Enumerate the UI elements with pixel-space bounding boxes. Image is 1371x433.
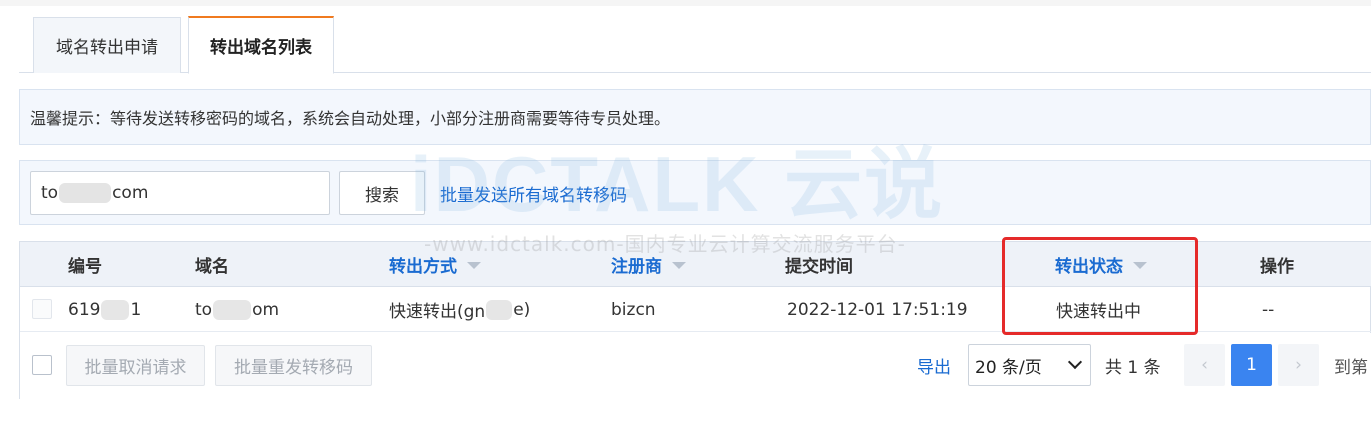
redacted-mask: [486, 299, 513, 320]
cell-id: 619 1: [68, 299, 142, 320]
sort-caret-icon: [467, 262, 481, 269]
search-input[interactable]: to com: [30, 171, 330, 215]
page-size-value: 20 条/页: [975, 357, 1042, 378]
column-header-submitted: 提交时间: [785, 257, 853, 277]
table-footer: 批量取消请求 批量重发转移码 导出 20 条/页 共 1 条 ‹ 1 › 到第: [20, 333, 1371, 399]
table-row: 619 1 to om 快速转出(gn e) bizcn 2022-12-01 17:…: [20, 287, 1371, 332]
search-value-prefix: to: [41, 183, 59, 203]
column-header-domain: 域名: [195, 257, 229, 277]
column-header-method[interactable]: 转出方式: [389, 242, 481, 287]
cell-submitted: 2022-12-01 17:51:19: [787, 299, 968, 320]
tab-transfer-request[interactable]: 域名转出申请: [33, 17, 181, 73]
row-checkbox[interactable]: [32, 299, 52, 319]
page-1-button[interactable]: 1: [1231, 344, 1272, 386]
search-panel: to com 搜索 批量发送所有域名转移码: [19, 160, 1371, 225]
cell-actions: --: [1262, 299, 1275, 320]
total-count: 共 1 条: [1105, 358, 1161, 378]
goto-page-label: 到第: [1334, 358, 1368, 378]
redacted-mask: [213, 299, 252, 320]
search-value-suffix: com: [112, 183, 149, 203]
prev-page-button[interactable]: ‹: [1184, 344, 1225, 386]
column-header-registrar[interactable]: 注册商: [611, 242, 686, 287]
notice-banner: 温馨提示：等待发送转移密码的域名，系统会自动处理，小部分注册商需要等待专员处理。: [19, 89, 1371, 145]
batch-resend-button[interactable]: 批量重发转移码: [215, 345, 372, 386]
redacted-mask: [59, 183, 112, 203]
select-all-checkbox[interactable]: [32, 355, 52, 375]
sort-caret-icon: [1133, 262, 1147, 269]
table-header: 编号 域名 转出方式 注册商 提交时间 转出状态 操作: [20, 242, 1371, 287]
next-page-button[interactable]: ›: [1278, 344, 1319, 386]
batch-cancel-button[interactable]: 批量取消请求: [66, 345, 205, 386]
tab-bar: 域名转出申请 转出域名列表: [19, 16, 1371, 74]
tab-transfer-list[interactable]: 转出域名列表: [188, 16, 334, 74]
column-header-id: 编号: [68, 257, 102, 277]
redacted-mask: [101, 299, 130, 320]
top-strip: [0, 0, 1371, 6]
cell-method: 快速转出(gn e): [389, 299, 531, 322]
page-size-select[interactable]: 20 条/页: [968, 344, 1091, 386]
search-button[interactable]: 搜索: [339, 171, 425, 215]
notice-text: 温馨提示：等待发送转移密码的域名，系统会自动处理，小部分注册商需要等待专员处理。: [30, 109, 671, 128]
cell-status: 快速转出中: [1056, 302, 1141, 322]
sort-caret-icon: [672, 262, 686, 269]
transfer-table: 编号 域名 转出方式 注册商 提交时间 转出状态 操作 619 1 to om 快速…: [19, 241, 1371, 399]
cell-registrar: bizcn: [611, 299, 656, 320]
chevron-down-icon: [1067, 354, 1083, 370]
cell-domain: to om: [195, 299, 280, 320]
batch-send-transfer-code-link[interactable]: 批量发送所有域名转移码: [440, 171, 627, 215]
column-header-actions: 操作: [1260, 257, 1294, 277]
column-header-status[interactable]: 转出状态: [1055, 242, 1147, 287]
export-link[interactable]: 导出: [917, 345, 951, 386]
